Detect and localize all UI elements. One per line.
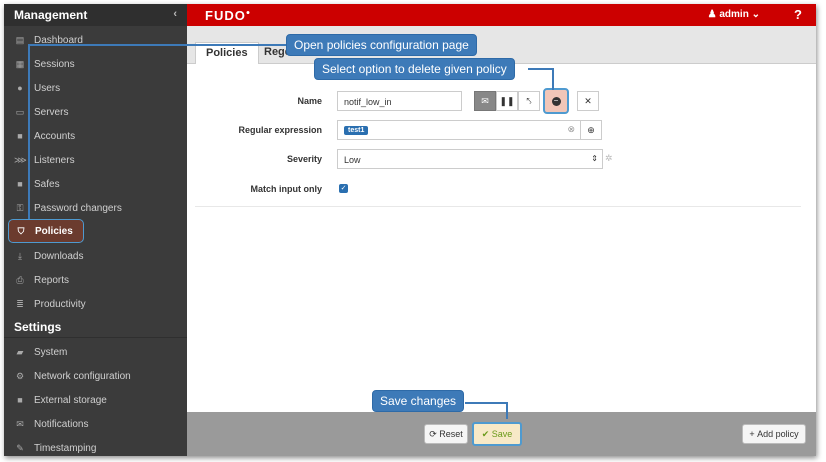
listeners-icon: ⋙ [14,154,27,165]
regex-input[interactable]: test1 ⊗ [337,120,582,140]
callout-line [465,402,507,404]
sidebar-item-notifications[interactable]: ✉ Notifications [4,412,187,436]
downloads-icon: ⤓ [18,250,22,261]
notifications-icon: ✉ [16,418,24,429]
user-menu[interactable]: ♟ admin ⌄ [708,9,760,20]
envelope-icon: ✉ [481,95,489,106]
sidebar-item-timestamping[interactable]: ✎ Timestamping [4,436,187,456]
fudo-logo: FUDO● [205,8,252,23]
select-arrows-icon: ⇕ [591,154,598,163]
callout-line [28,44,286,46]
severity-select[interactable]: Low ⇕ [337,149,603,169]
minus-circle-icon: − [551,96,561,106]
system-icon: ▰ [16,346,24,357]
sidebar-item-external-storage[interactable]: ■ External storage [4,388,187,412]
disconnect-icon: ⤣ [526,95,532,106]
top-bar: FUDO● ♟ admin ⌄ ? [187,4,816,26]
callout-save-changes: Save changes [372,390,465,412]
match-input-label: Match input only [250,184,323,194]
safes-icon: ■ [17,179,23,189]
callout-line [552,68,554,90]
dashboard-icon: ▤ [15,34,25,45]
plus-icon: + [749,429,755,439]
match-input-checkbox[interactable]: ✓ [339,184,348,193]
callout-open-policies: Open policies configuration page [286,34,477,56]
chevron-down-icon: ⌄ [751,9,760,20]
sidebar-item-sessions[interactable]: ▦ Sessions [4,52,187,76]
name-input[interactable]: notif_low_in [337,91,462,111]
sidebar-item-password-changers[interactable]: ⚿ Password changers [4,196,187,220]
regex-search-button[interactable]: ⊕ [580,120,602,140]
storage-icon: ■ [17,395,23,405]
callout-delete-policy: Select option to delete given policy [314,58,515,80]
sessions-icon: ▦ [15,58,25,69]
terminate-button[interactable]: ⤣ [518,91,540,111]
help-button[interactable]: ? [794,7,802,22]
refresh-icon: ⟳ [429,428,437,439]
sidebar: Management ‹ ▤ Dashboard ▦ Sessions ● Users… [4,4,187,456]
regex-label: Regular expression [238,125,322,135]
footer-bar: ⟳ Reset ✔ Save + Add policy [187,412,816,456]
close-icon: ✕ [584,95,592,106]
add-policy-button[interactable]: + Add policy [742,424,806,444]
callout-line [506,402,508,419]
users-icon: ● [17,83,23,93]
app-window: Management ‹ ▤ Dashboard ▦ Sessions ● Users… [4,4,816,456]
search-icon: ⊕ [587,124,595,135]
delete-policy-button[interactable]: − [543,88,569,114]
check-icon: ✔ [481,428,490,439]
callout-line [528,68,553,70]
sidebar-item-system[interactable]: ▰ System [4,340,187,364]
close-button[interactable]: ✕ [577,91,599,111]
network-icon: ⚙ [15,370,25,381]
reset-button[interactable]: ⟳ Reset [424,424,468,444]
sidebar-item-downloads[interactable]: ⤓ Downloads [4,244,187,268]
sidebar-item-network-configuration[interactable]: ⚙ Network configuration [4,364,187,388]
collapse-sidebar-icon[interactable]: ‹ [173,8,177,20]
regex-tag[interactable]: test1 [344,126,369,135]
pause-button[interactable]: ❚❚ [496,91,518,111]
severity-settings-icon[interactable]: ✲ [605,153,613,164]
sidebar-item-reports[interactable]: ⎙ Reports [4,268,187,292]
timestamping-icon: ✎ [16,442,24,453]
reports-icon: ⎙ [16,274,24,285]
sidebar-header-management: Management ‹ [4,4,187,26]
main-content: Policies Rege Name notif_low_in ✉ ❚❚ ⤣ −… [187,26,816,412]
name-label: Name [297,96,322,106]
accounts-icon: ■ [17,131,23,141]
severity-label: Severity [286,154,322,164]
sidebar-item-dashboard[interactable]: ▤ Dashboard [4,28,187,52]
password-changers-icon: ⚿ [16,202,24,213]
servers-icon: ▭ [15,106,25,117]
callout-line [28,44,30,219]
pause-icon: ❚❚ [499,95,515,106]
productivity-icon: ≣ [16,298,24,309]
sidebar-item-policies[interactable]: ⛉ Policies [8,219,84,243]
notify-button[interactable]: ✉ [474,91,496,111]
sidebar-item-productivity[interactable]: ≣ Productivity [4,292,187,316]
form-divider [195,206,801,207]
clear-icon[interactable]: ⊗ [567,124,575,135]
save-button[interactable]: ✔ Save [472,422,522,446]
user-icon: ♟ [707,9,717,20]
policies-icon: ⛉ [17,225,25,236]
sidebar-header-settings: Settings [4,316,187,338]
